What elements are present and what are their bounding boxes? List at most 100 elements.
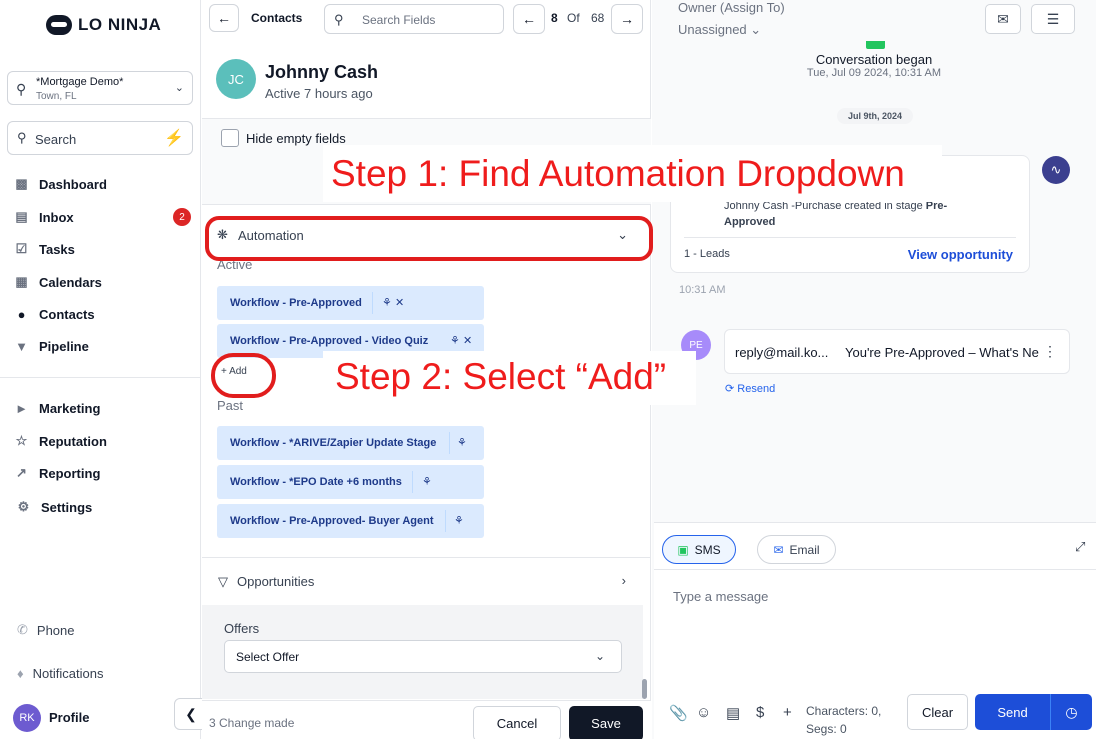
field-search-input[interactable]: ⚲ Search Fields: [324, 4, 504, 34]
cancel-button[interactable]: Cancel: [473, 706, 561, 739]
search-icon: ⚲: [17, 130, 27, 145]
filter-button[interactable]: ☰: [1031, 4, 1075, 34]
megaphone-icon: ►: [15, 400, 28, 416]
payment-icon[interactable]: $: [756, 704, 764, 721]
remove-icon[interactable]: ✕: [395, 296, 404, 309]
tab-label: SMS: [694, 542, 721, 557]
sidebar-item-calendars[interactable]: ▦ Calendars: [14, 272, 102, 292]
workflow-icon[interactable]: ⚘: [450, 334, 460, 347]
page-of: Of: [567, 11, 580, 25]
workflow-icon[interactable]: ⚘: [382, 296, 392, 309]
owner-select[interactable]: Unassigned ⌄: [678, 22, 761, 38]
message-from: reply@mail.ko...: [735, 345, 829, 360]
sidebar-item-profile[interactable]: Profile: [49, 707, 89, 727]
sidebar-item-phone[interactable]: ✆ Phone: [17, 620, 75, 640]
next-contact-button[interactable]: →: [611, 4, 643, 34]
gear-icon: ⚙: [17, 499, 30, 514]
clear-button[interactable]: Clear: [907, 694, 968, 730]
refresh-icon: ⟳: [725, 383, 735, 395]
sidebar-item-label: Tasks: [39, 241, 75, 257]
arrow-left-icon: ←: [522, 11, 536, 27]
hide-empty-checkbox[interactable]: [221, 129, 239, 147]
tab-sms[interactable]: ▣ SMS: [662, 535, 736, 564]
app-logo[interactable]: LO NINJA: [46, 12, 161, 38]
tab-email[interactable]: ✉ Email: [757, 535, 836, 564]
emoji-icon[interactable]: ☺: [696, 704, 711, 721]
sidebar-item-reputation[interactable]: ☆ Reputation: [14, 431, 107, 451]
sidebar-item-label: Inbox: [39, 209, 74, 225]
envelope-icon: ✉: [997, 10, 1009, 27]
workflow-pill[interactable]: Workflow - *ARIVE/Zapier Update Stage ⚘: [217, 426, 484, 460]
remove-icon[interactable]: ✕: [463, 334, 472, 347]
opportunity-pipeline: 1 - Leads: [684, 248, 730, 260]
workflow-icon[interactable]: ⚘: [422, 475, 432, 488]
workflow-icon[interactable]: ⚘: [457, 436, 467, 449]
attach-icon[interactable]: 📎: [669, 704, 688, 722]
pill-divider: [445, 510, 446, 532]
add-highlight-ring: [211, 353, 276, 398]
dashboard-icon: ▩: [15, 176, 28, 191]
workflow-pill[interactable]: Workflow - Pre-Approved ⚘ ✕: [217, 286, 484, 320]
resend-label: Resend: [737, 383, 776, 395]
step2-annotation: Step 2: Select “Add”: [335, 356, 667, 397]
opportunities-section[interactable]: ▽ Opportunities ›: [202, 557, 651, 605]
workflow-name: Workflow - Pre-Approved: [230, 297, 362, 309]
changes-count: 3 Change made: [209, 716, 295, 730]
contacts-icon: ●: [17, 306, 26, 322]
more-options-icon[interactable]: ⋮: [1043, 343, 1057, 360]
arrow-left-icon: ←: [217, 10, 231, 26]
automation-highlight-ring: [205, 216, 653, 261]
resend-link[interactable]: ⟳ Resend: [725, 382, 775, 395]
filter-icon: ▽: [218, 574, 228, 589]
sidebar-item-notifications[interactable]: ♦ Notifications: [17, 663, 103, 683]
pill-divider: [449, 432, 450, 454]
view-opportunity-link[interactable]: View opportunity: [908, 247, 1013, 262]
template-icon[interactable]: ▤: [726, 704, 740, 722]
sidebar-item-settings[interactable]: ⚙ Settings: [16, 497, 93, 517]
sidebar-search-label: Search: [35, 132, 77, 147]
message-input[interactable]: Type a message: [673, 589, 768, 604]
offer-select[interactable]: Select Offer ⌄: [224, 640, 622, 673]
offer-select-value: Select Offer: [236, 650, 300, 664]
email-view-button[interactable]: ✉: [985, 4, 1021, 34]
sidebar-item-tasks[interactable]: ☑ Tasks: [14, 239, 75, 259]
sidebar-item-contacts[interactable]: ● Contacts: [14, 304, 95, 324]
chevron-left-icon: ❮: [185, 705, 197, 722]
lightning-icon[interactable]: ⚡: [164, 128, 184, 148]
sidebar-item-pipeline[interactable]: ▼ Pipeline: [14, 336, 89, 356]
date-divider: Jul 9th, 2024: [837, 108, 913, 124]
sidebar-item-label: Pipeline: [39, 338, 89, 354]
phone-icon: ✆: [17, 622, 28, 637]
sidebar-item-dashboard[interactable]: ▩ Dashboard: [14, 174, 107, 194]
chevron-down-icon: ⌄: [174, 82, 184, 94]
save-button[interactable]: Save: [569, 706, 643, 739]
schedule-button[interactable]: ◷: [1050, 694, 1092, 730]
contact-name: Johnny Cash: [265, 62, 379, 82]
sidebar-item-inbox[interactable]: ▤ Inbox: [14, 207, 74, 227]
sidebar-item-reporting[interactable]: ↗ Reporting: [14, 463, 100, 483]
chevron-down-icon: ⌄: [594, 649, 605, 663]
workflow-name: Workflow - Pre-Approved - Video Quiz: [230, 335, 429, 347]
expand-icon[interactable]: ⤢: [1075, 539, 1085, 555]
chevron-right-icon: ›: [621, 573, 626, 588]
panel-scrollbar[interactable]: [642, 679, 647, 699]
search-icon: ⚲: [334, 12, 344, 27]
email-message[interactable]: reply@mail.ko... You're Pre-Approved – W…: [724, 329, 1070, 374]
sidebar-search[interactable]: ⚲ Search ⚡: [7, 121, 193, 155]
sidebar-item-marketing[interactable]: ► Marketing: [14, 398, 100, 418]
bell-icon: ♦: [17, 665, 24, 681]
back-button[interactable]: ←: [209, 4, 239, 32]
conversation-began: Conversation began: [815, 52, 933, 67]
filter-lines-icon: ☰: [1046, 10, 1060, 27]
star-icon: ☆: [15, 433, 28, 448]
workflow-icon[interactable]: ⚘: [454, 514, 464, 527]
send-button[interactable]: Send: [975, 694, 1050, 730]
plus-icon[interactable]: +: [783, 704, 792, 721]
chars-text: Characters: 0,: [806, 704, 882, 718]
prev-contact-button[interactable]: ←: [513, 4, 545, 34]
profile-avatar[interactable]: RK: [13, 704, 41, 732]
workflow-pill[interactable]: Workflow - *EPO Date +6 months ⚘: [217, 465, 484, 499]
ninja-mask-icon: [46, 15, 72, 35]
location-switcher[interactable]: ⚲ *Mortgage Demo* Town, FL ⌄: [7, 71, 193, 105]
workflow-pill[interactable]: Workflow - Pre-Approved- Buyer Agent ⚘: [217, 504, 484, 538]
